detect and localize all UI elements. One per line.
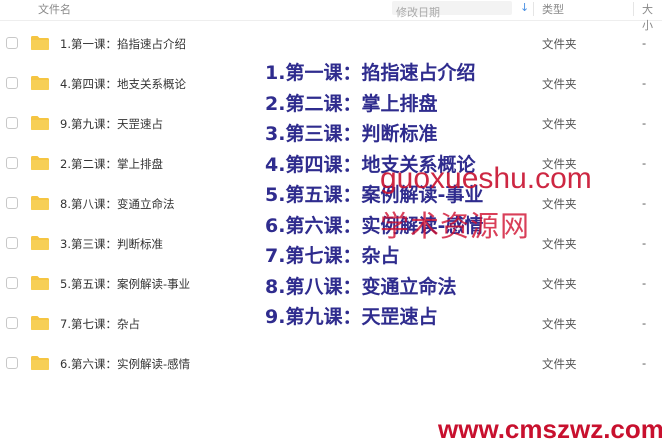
file-size: - (642, 156, 647, 170)
file-name[interactable]: 8.第八课：变通立命法 (60, 196, 174, 212)
file-name[interactable]: 6.第六课：实例解读-感情 (60, 356, 190, 372)
watermark-url: www.cmszwz.com (438, 414, 662, 444)
column-divider[interactable] (633, 2, 634, 16)
file-list-header: 文件名 修改日期 ↓ 类型 大小 (0, 0, 662, 32)
file-size: - (642, 116, 647, 130)
file-size: - (642, 356, 647, 370)
file-size: - (642, 196, 647, 210)
overlay-course-item: 2.第二课：掌上排盘 (265, 92, 438, 115)
row-checkbox[interactable] (6, 197, 18, 209)
file-type: 文件夹 (542, 117, 577, 131)
overlay-course-item: 7.第七课：杂占 (265, 245, 400, 267)
file-name[interactable]: 2.第二课：掌上排盘 (60, 156, 163, 172)
file-size: - (642, 276, 647, 290)
folder-icon (30, 195, 50, 211)
folder-icon (30, 115, 50, 131)
file-type: 文件夹 (542, 37, 577, 51)
file-name[interactable]: 3.第三课：判断标准 (60, 236, 163, 252)
file-type: 文件夹 (542, 357, 577, 371)
column-header-name[interactable]: 文件名 (38, 1, 71, 17)
row-checkbox[interactable] (6, 37, 18, 49)
file-size: - (642, 316, 647, 330)
sort-desc-icon[interactable]: ↓ (520, 1, 529, 14)
file-size: - (642, 236, 647, 250)
watermark-domain: guoxueshu.com (380, 162, 592, 195)
file-name[interactable]: 4.第四课：地支关系概论 (60, 76, 186, 92)
column-header-date[interactable]: 修改日期 (392, 1, 512, 19)
row-checkbox[interactable] (6, 277, 18, 289)
file-size: - (642, 36, 647, 50)
file-type: 文件夹 (542, 237, 577, 251)
file-name[interactable]: 5.第五课：案例解读-事业 (60, 276, 190, 292)
file-name[interactable]: 7.第七课：杂占 (60, 316, 140, 332)
row-checkbox[interactable] (6, 117, 18, 129)
file-type: 文件夹 (542, 277, 577, 291)
file-row[interactable]: 6.第六课：实例解读-感情 文件夹 - (0, 344, 662, 384)
overlay-course-item: 3.第三课：判断标准 (265, 123, 438, 145)
row-checkbox[interactable] (6, 77, 18, 89)
file-type: 文件夹 (542, 317, 577, 331)
folder-icon (30, 355, 50, 371)
row-checkbox[interactable] (6, 157, 18, 169)
overlay-course-item: 8.第八课：变通立命法 (265, 275, 457, 298)
watermark-site-name: 学术资源网 (380, 209, 531, 243)
row-checkbox[interactable] (6, 317, 18, 329)
overlay-course-item: 1.第一课：掐指速占介绍 (265, 62, 476, 84)
overlay-course-item: 9.第九课：天罡速占 (265, 306, 438, 328)
folder-icon (30, 235, 50, 251)
file-size: - (642, 76, 647, 90)
column-header-type[interactable]: 类型 (542, 1, 564, 17)
folder-icon (30, 315, 50, 331)
folder-icon (30, 35, 50, 51)
folder-icon (30, 75, 50, 91)
row-checkbox[interactable] (6, 357, 18, 369)
file-name[interactable]: 1.第一课：掐指速占介绍 (60, 36, 186, 52)
folder-icon (30, 155, 50, 171)
file-type: 文件夹 (542, 197, 577, 211)
column-divider[interactable] (533, 2, 534, 16)
file-type: 文件夹 (542, 77, 577, 91)
row-checkbox[interactable] (6, 237, 18, 249)
file-name[interactable]: 9.第九课：天罡速占 (60, 116, 163, 132)
folder-icon (30, 275, 50, 291)
